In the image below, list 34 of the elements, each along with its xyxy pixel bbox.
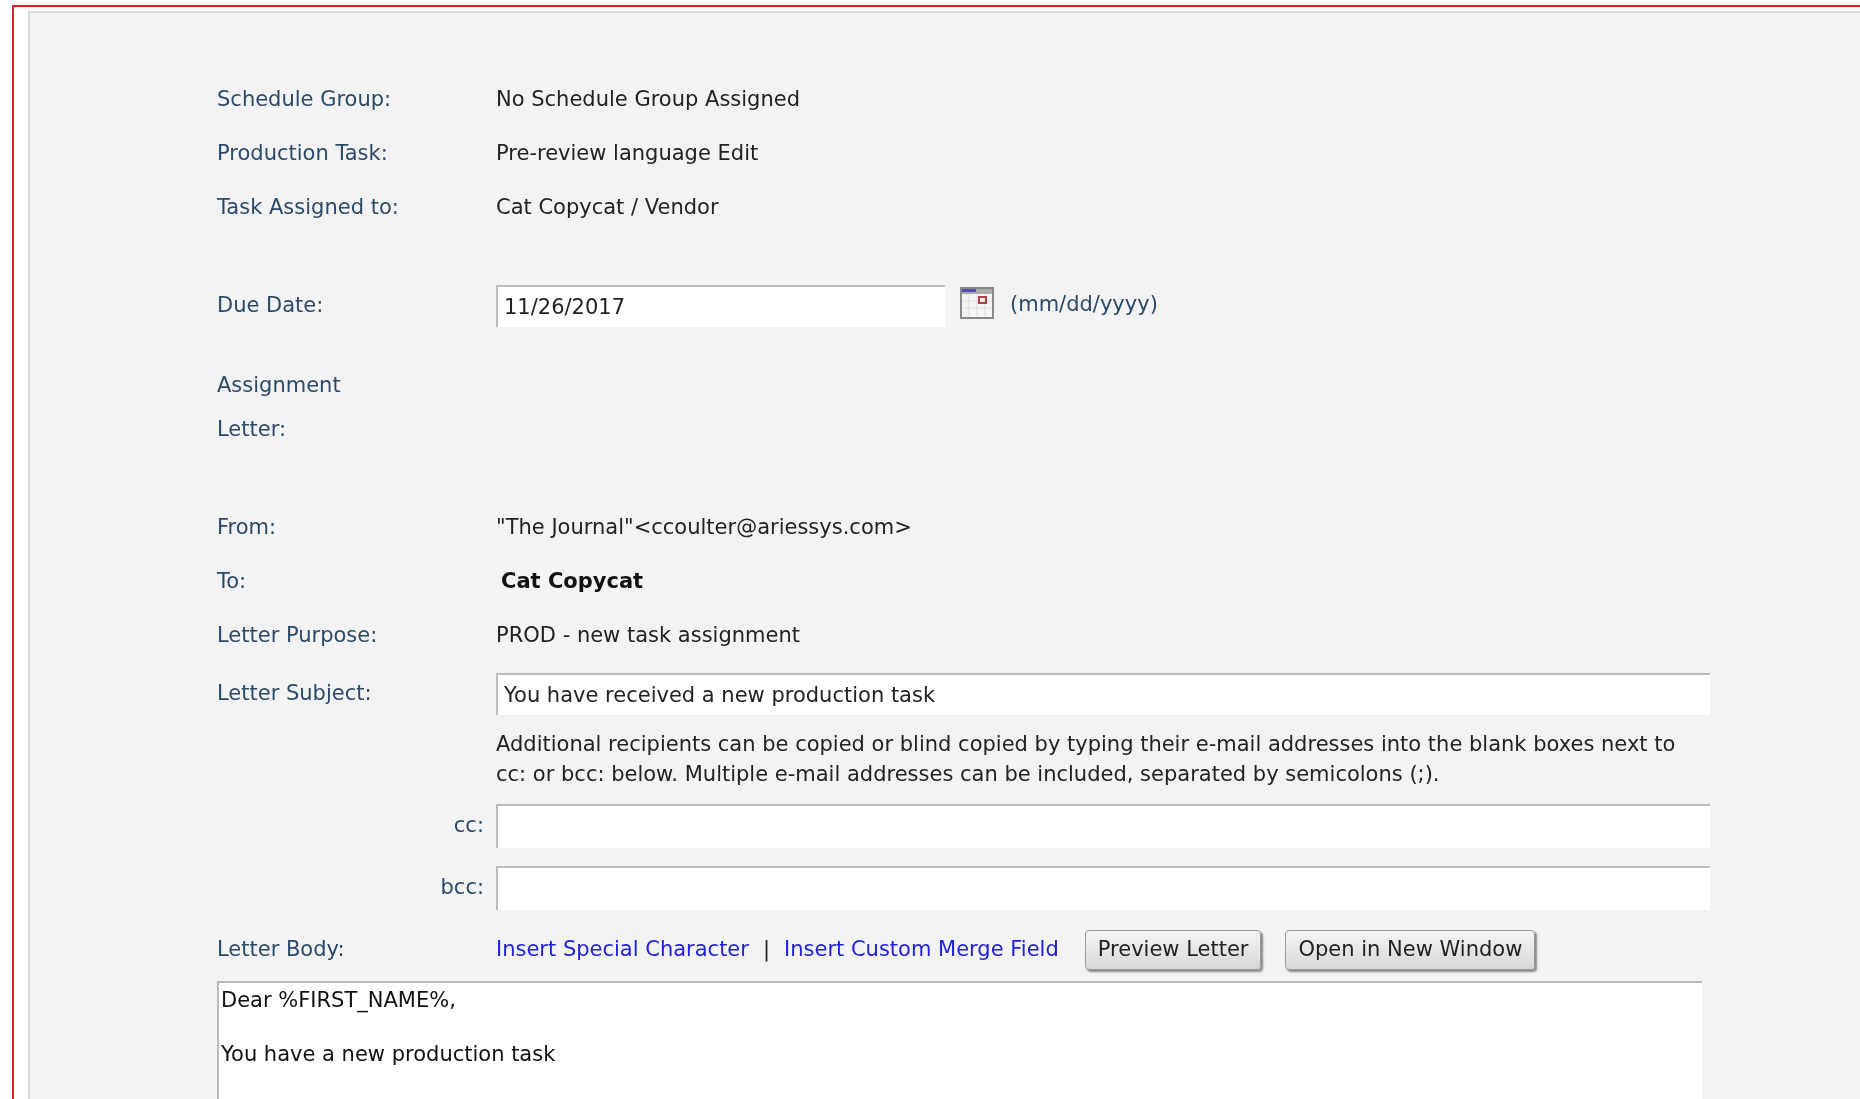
production-task-value: Pre-review language Edit [496, 140, 759, 168]
field-label: Letter Body: [217, 937, 345, 962]
field-label: From: [217, 515, 277, 540]
insert-merge-field-link[interactable]: Insert Custom Merge Field [784, 934, 1059, 966]
field-label: Schedule Group: [217, 87, 392, 112]
bcc-label: bcc: [440, 874, 484, 902]
cc-label: cc: [453, 812, 484, 840]
recipients-note: Additional recipients can be copied or blind copied by typing their e-mail addresses into the blank boxes next to cc: or bcc: below. Multiple e-mail addresses can be included, separated by semicolons (;). [496, 731, 1677, 788]
due-date-field[interactable]: 11/26/2017 [496, 285, 945, 327]
assignment-letter-label: Assignment [217, 372, 341, 399]
letter-subject-field[interactable]: You have received a new production task [496, 673, 1710, 715]
cc-field[interactable] [496, 804, 1710, 848]
field-label: Due Date: [217, 293, 324, 318]
assignment-letter-label: Letter: [217, 416, 286, 443]
to-value: Cat Copycat [501, 568, 644, 596]
field-label: Letter Purpose: [217, 623, 378, 648]
date-format-hint: (mm/dd/yyyy) [1010, 290, 1158, 318]
link-separator: | [762, 936, 770, 964]
letter-body-line: Dear %FIRST_NAME%, [221, 987, 456, 1015]
open-new-window-button[interactable]: Open in New Window [1285, 930, 1536, 970]
assignee-value: Cat Copycat / Vendor [496, 194, 719, 222]
field-label: Task Assigned to: [217, 195, 399, 220]
schedule-group-value: No Schedule Group Assigned [496, 86, 800, 114]
insert-special-character-link[interactable]: Insert Special Character [496, 934, 749, 966]
field-label: Production Task: [217, 141, 388, 166]
bcc-field[interactable] [496, 866, 1710, 910]
calendar-icon[interactable] [960, 287, 994, 319]
preview-letter-button[interactable]: Preview Letter [1084, 930, 1262, 970]
letter-body-line: You have a new production task [221, 1041, 556, 1068]
letter-purpose-value: PROD - new task assignment [496, 622, 800, 650]
field-label: To: [217, 569, 247, 594]
from-value: "The Journal"<ccoulter@ariessys.com> [496, 514, 912, 542]
field-label: Letter Subject: [217, 681, 372, 706]
letter-body-editor[interactable]: Dear %FIRST_NAME%, You have a new production task [217, 981, 1702, 1099]
